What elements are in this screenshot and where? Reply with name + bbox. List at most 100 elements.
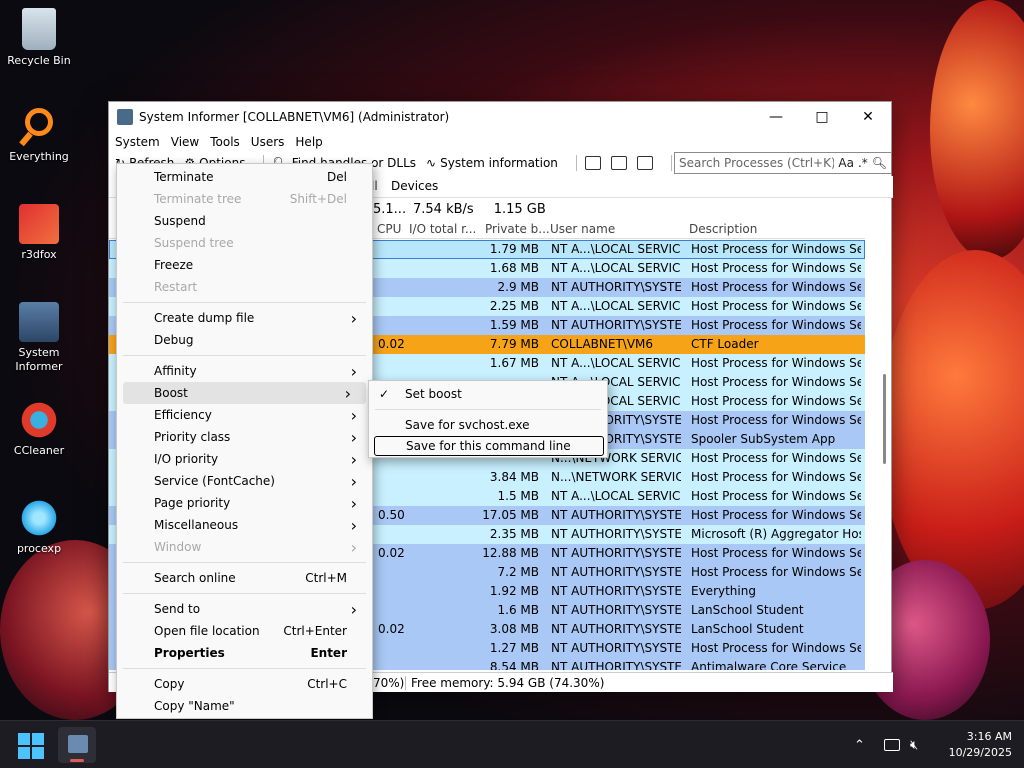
system-information-button[interactable]: ∿ System information	[426, 156, 558, 170]
search-processes-box[interactable]: Aa .* 🔍︎	[674, 152, 892, 174]
desktop-icon-label: Recycle Bin	[7, 54, 71, 67]
menu-item-i-o-priority[interactable]: I/O priority ›	[117, 448, 372, 470]
cell-description: Host Process for Windows Ser...	[691, 489, 861, 503]
network-icon[interactable]	[884, 721, 900, 768]
menu-item-debug[interactable]: Debug	[117, 329, 372, 351]
io-total: 7.54 kB/s	[413, 201, 474, 217]
cell-private-bytes: 17.05 MB	[482, 508, 539, 522]
menu-item-efficiency[interactable]: Efficiency ›	[117, 404, 372, 426]
desktop-icon-label: System Informer	[15, 346, 63, 373]
show-hidden-icons-button[interactable]: ⌃	[854, 721, 865, 768]
menu-item-freeze[interactable]: Freeze	[117, 254, 372, 276]
menu-item-search-online[interactable]: Search online Ctrl+M	[117, 567, 372, 589]
desktop-icon-system-informer[interactable]: System Informer	[4, 302, 74, 374]
menu-item-create-dump-file[interactable]: Create dump file ›	[117, 307, 372, 329]
clock[interactable]: 3:16 AM 10/29/2025	[934, 729, 1012, 761]
cell-description: Host Process for Windows Ser...	[691, 546, 861, 560]
menu-item-set-boost[interactable]: ✓ Set boost	[369, 383, 607, 405]
menu-item-copy-name[interactable]: Copy "Name"	[117, 695, 372, 717]
menu-item-page-priority[interactable]: Page priority ›	[117, 492, 372, 514]
menu-separator	[375, 409, 601, 410]
column-private-bytes[interactable]: Private b...	[485, 222, 550, 236]
cell-private-bytes: 1.6 MB	[497, 603, 539, 617]
menu-item-terminate[interactable]: Terminate Del	[117, 166, 372, 188]
search-input[interactable]	[679, 156, 835, 170]
cell-user-name: NT AUTHORITY\SYSTEM	[551, 508, 681, 522]
cell-private-bytes: 1.79 MB	[489, 242, 539, 256]
kill-window-icon[interactable]	[636, 156, 653, 170]
menu-item-label: Copy	[154, 677, 185, 691]
menu-item-save-for-svchost[interactable]: Save for svchost.exe	[369, 414, 607, 436]
start-button[interactable]	[18, 733, 44, 759]
cell-description: Host Process for Windows Ser...	[691, 280, 861, 294]
menu-item-service-fontcache[interactable]: Service (FontCache) ›	[117, 470, 372, 492]
status-separator	[405, 675, 406, 690]
menu-item-boost[interactable]: Boost ›	[123, 382, 366, 404]
menu-item-priority-class[interactable]: Priority class ›	[117, 426, 372, 448]
cell-private-bytes: 2.25 MB	[489, 299, 539, 313]
menu-help[interactable]: Help	[295, 135, 329, 149]
menu-item-send-to[interactable]: Send to ›	[117, 598, 372, 620]
menu-item-save-for-command-line[interactable]: Save for this command line	[374, 436, 604, 456]
chevron-right-icon: ›	[350, 537, 357, 557]
menu-item-label: Service (FontCache)	[154, 474, 275, 488]
minimize-button[interactable]: —	[753, 102, 799, 132]
menu-item-affinity[interactable]: Affinity ›	[117, 360, 372, 382]
cell-private-bytes: 1.27 MB	[489, 641, 539, 655]
taskbar-app-system-informer[interactable]	[58, 727, 96, 763]
cell-private-bytes: 1.59 MB	[489, 318, 539, 332]
column-cpu[interactable]: CPU	[377, 222, 401, 236]
menu-item-label: Page priority	[154, 496, 231, 510]
column-user-name[interactable]: User name	[550, 222, 615, 236]
chevron-right-icon: ›	[350, 361, 357, 381]
menu-item-properties[interactable]: Properties Enter	[117, 642, 372, 664]
volume-muted-icon[interactable]: 🔇︎	[910, 721, 918, 768]
menu-item-label: Debug	[154, 333, 194, 347]
menu-tools[interactable]: Tools	[210, 135, 247, 149]
vertical-scrollbar[interactable]	[879, 199, 889, 669]
window-icon[interactable]	[584, 156, 601, 170]
system-informer-icon	[19, 302, 59, 342]
desktop-icon-everything[interactable]: Everything	[4, 106, 74, 164]
match-case-icon[interactable]: Aa	[838, 156, 854, 170]
menu-item-label: Create dump file	[154, 311, 255, 325]
menu-item-suspend[interactable]: Suspend	[117, 210, 372, 232]
cell-description: Microsoft (R) Aggregator Host	[691, 527, 861, 541]
cell-description: LanSchool Student	[691, 603, 804, 617]
search-icon[interactable]: 🔍︎	[872, 156, 887, 170]
menu-item-open-file-location[interactable]: Open file location Ctrl+Enter	[117, 620, 372, 642]
menu-item-copy[interactable]: Copy Ctrl+C	[117, 673, 372, 695]
scrollbar-thumb[interactable]	[883, 374, 886, 464]
cell-private-bytes: 1.92 MB	[489, 584, 539, 598]
desktop-icon-ccleaner[interactable]: CCleaner	[4, 400, 74, 458]
column-io-total[interactable]: I/O total r...	[409, 222, 476, 236]
cell-private-bytes: 3.08 MB	[489, 622, 539, 636]
find-window-icon[interactable]	[610, 156, 627, 170]
cell-description: Host Process for Windows Ser...	[691, 394, 861, 408]
tab-devices[interactable]: Devices	[391, 179, 438, 193]
desktop-icon-procexp[interactable]: procexp	[4, 498, 74, 556]
cell-description: Host Process for Windows Ser...	[691, 356, 861, 370]
menu-item-suspend-tree: Suspend tree	[117, 232, 372, 254]
close-button[interactable]: ✕	[845, 102, 891, 132]
menu-item-label: Miscellaneous	[154, 518, 239, 532]
cell-cpu: 0.02	[378, 546, 405, 560]
ccleaner-icon	[19, 400, 59, 440]
desktop-icon-r3dfox[interactable]: r3dfox	[4, 204, 74, 262]
regex-icon[interactable]: .*	[858, 156, 868, 170]
menu-users[interactable]: Users	[251, 135, 292, 149]
desktop-icon-recycle-bin[interactable]: Recycle Bin	[4, 8, 74, 68]
maximize-button[interactable]: □	[799, 102, 845, 132]
menu-view[interactable]: View	[171, 135, 206, 149]
cell-user-name: NT AUTHORITY\SYSTEM	[551, 603, 681, 617]
cell-user-name: NT AUTHORITY\SYSTEM	[551, 565, 681, 579]
title-bar[interactable]: System Informer [COLLABNET\VM6] (Adminis…	[109, 102, 891, 132]
menu-item-miscellaneous[interactable]: Miscellaneous ›	[117, 514, 372, 536]
desktop-icon-label: r3dfox	[21, 248, 57, 261]
cell-cpu: 0.50	[378, 508, 405, 522]
menu-system[interactable]: System	[115, 135, 167, 149]
chevron-right-icon: ›	[350, 471, 357, 491]
column-description[interactable]: Description	[689, 222, 757, 236]
cell-user-name: NT AUTHORITY\SYSTEM	[551, 527, 681, 541]
menu-item-window: Window ›	[117, 536, 372, 558]
